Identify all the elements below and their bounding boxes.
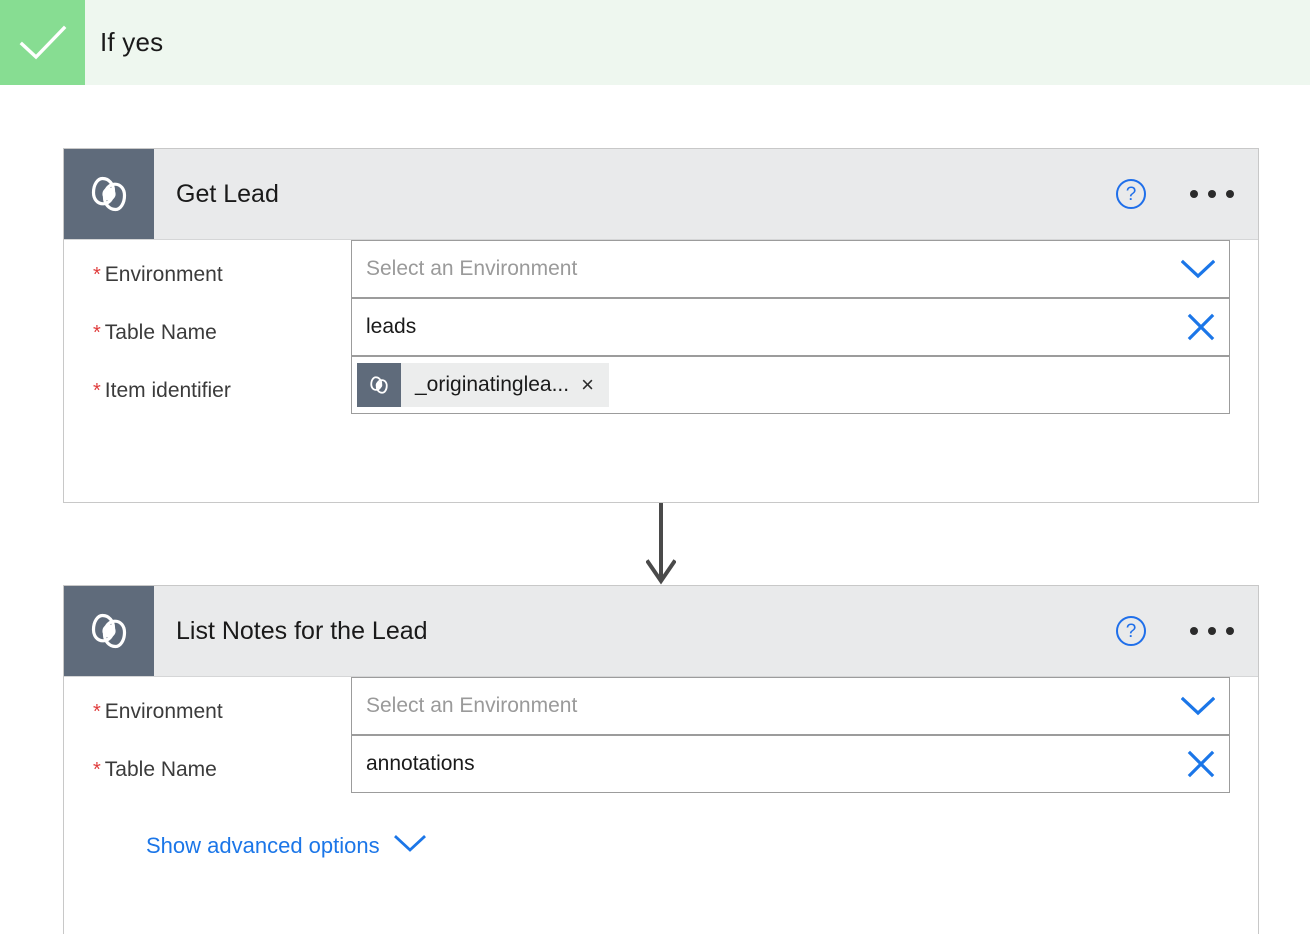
required-asterisk: * <box>93 380 101 402</box>
form-row-table-name: * Table Name annotations <box>64 735 1258 793</box>
show-advanced-options-link[interactable]: Show advanced options <box>64 793 426 859</box>
card-title: Get Lead <box>176 179 279 208</box>
form-row-item-identifier: * Item identifier _originatinglea... × <box>64 356 1258 414</box>
required-asterisk: * <box>93 264 101 286</box>
field-label-environment: * Environment <box>93 263 223 286</box>
item-identifier-input[interactable]: _originatinglea... × <box>351 356 1230 414</box>
branch-label: If yes <box>100 27 164 57</box>
dynamic-content-token[interactable]: _originatinglea... × <box>357 363 609 407</box>
environment-dropdown[interactable]: Select an Environment <box>351 677 1230 735</box>
show-advanced-options-label: Show advanced options <box>146 833 380 858</box>
if-yes-branch-header: If yes <box>0 0 1310 85</box>
card-title: List Notes for the Lead <box>176 616 428 645</box>
table-name-value: annotations <box>366 752 475 775</box>
ellipsis-dot <box>1226 190 1234 198</box>
card-body: * Environment Select an Environment * Tabl… <box>64 240 1258 414</box>
field-control: annotations <box>351 735 1258 793</box>
form-row-environment: * Environment Select an Environment <box>64 677 1258 735</box>
card-header[interactable]: List Notes for the Lead ? <box>64 586 1258 677</box>
card-body: * Environment Select an Environment * Tabl… <box>64 677 1258 859</box>
dataverse-icon <box>64 149 154 239</box>
ellipsis-dot <box>1190 190 1198 198</box>
branch-check-badge <box>0 0 85 85</box>
ellipsis-dot <box>1208 627 1216 635</box>
clear-x-icon[interactable] <box>1187 313 1215 341</box>
arrow-down-icon <box>645 503 677 585</box>
ellipsis-dot <box>1226 627 1234 635</box>
field-control: leads <box>351 298 1258 356</box>
chevron-down-icon[interactable] <box>393 834 426 858</box>
action-card-list-notes-for-the-lead[interactable]: List Notes for the Lead ? * Environment S… <box>63 585 1259 934</box>
dataverse-icon <box>64 586 154 676</box>
card-header-actions: ? <box>1116 179 1236 209</box>
ellipsis-dot <box>1190 627 1198 635</box>
field-label-item-identifier: * Item identifier <box>93 379 231 402</box>
form-row-environment: * Environment Select an Environment <box>64 240 1258 298</box>
required-asterisk: * <box>93 701 101 723</box>
environment-placeholder: Select an Environment <box>366 694 578 717</box>
card-header-actions: ? <box>1116 616 1236 646</box>
chevron-down-icon[interactable] <box>1180 259 1216 279</box>
clear-x-icon[interactable] <box>1187 750 1215 778</box>
environment-dropdown[interactable]: Select an Environment <box>351 240 1230 298</box>
table-name-input[interactable]: leads <box>351 298 1230 356</box>
ellipsis-dot <box>1208 190 1216 198</box>
check-icon <box>19 23 67 63</box>
form-row-table-name: * Table Name leads <box>64 298 1258 356</box>
field-label-table-name: * Table Name <box>93 758 217 781</box>
action-card-get-lead[interactable]: Get Lead ? * Environment Select an Enviro… <box>63 148 1259 503</box>
environment-placeholder: Select an Environment <box>366 257 578 280</box>
table-name-value: leads <box>366 315 417 338</box>
ellipsis-icon[interactable] <box>1188 184 1236 204</box>
required-asterisk: * <box>93 759 101 781</box>
help-circle-icon[interactable]: ? <box>1116 616 1146 646</box>
card-header[interactable]: Get Lead ? <box>64 149 1258 240</box>
dataverse-icon <box>357 363 401 407</box>
field-control: Select an Environment <box>351 240 1258 298</box>
field-control: Select an Environment <box>351 677 1258 735</box>
required-asterisk: * <box>93 322 101 344</box>
field-label-table-name: * Table Name <box>93 321 217 344</box>
field-control: _originatinglea... × <box>351 356 1258 414</box>
help-circle-icon[interactable]: ? <box>1116 179 1146 209</box>
field-label-environment: * Environment <box>93 700 223 723</box>
chevron-down-icon[interactable] <box>1180 696 1216 716</box>
token-label: _originatinglea... <box>415 373 570 396</box>
ellipsis-icon[interactable] <box>1188 621 1236 641</box>
table-name-input[interactable]: annotations <box>351 735 1230 793</box>
remove-token-x-icon[interactable]: × <box>581 374 609 396</box>
